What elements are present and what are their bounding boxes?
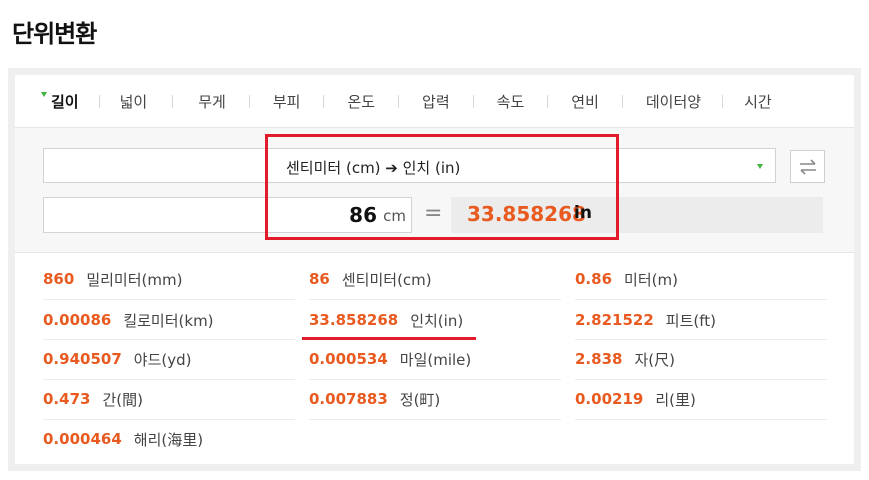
tab-label: 무게 — [198, 92, 226, 111]
list-item: 0.940507 야드(yd) — [43, 343, 191, 375]
result-unit-name: 마일(mile) — [399, 350, 472, 369]
list-item: 0.86 미터(m) — [575, 263, 678, 295]
row-divider — [43, 419, 295, 420]
result-unit-name: 리(里) — [655, 390, 696, 409]
tab-label: 온도 — [347, 92, 376, 111]
row-divider — [43, 379, 295, 380]
swap-arrows-icon — [800, 159, 816, 175]
swap-units-button[interactable] — [790, 150, 825, 183]
result-unit-name: 인치(in) — [410, 311, 464, 330]
result-number: 0.007883 — [309, 390, 388, 408]
tab-label: 데이터양 — [645, 92, 702, 111]
tab-pressure[interactable]: 압력 — [422, 91, 450, 112]
row-divider — [309, 299, 561, 300]
row-divider — [575, 419, 827, 420]
list-item: 0.007883 정(町) — [309, 383, 440, 415]
equals-sign: = — [424, 201, 443, 226]
result-number: 0.00086 — [43, 311, 112, 329]
row-divider — [309, 379, 561, 380]
result-number: 0.00219 — [575, 390, 644, 408]
result-unit-name: 킬로미터(km) — [123, 311, 214, 330]
active-caret-icon — [41, 91, 47, 97]
category-tabs: 길이 넓이 무게 부피 온도 압력 속도 연비 데이터양 시간 — [15, 75, 854, 127]
tab-divider — [248, 94, 250, 108]
inch-result-underline — [302, 337, 476, 340]
tab-divider — [323, 94, 325, 108]
tab-divider — [398, 94, 400, 108]
tab-label: 부피 — [272, 92, 301, 111]
result-number: 0.000464 — [43, 430, 122, 448]
tab-data-size[interactable]: 데이터양 — [646, 91, 701, 112]
result-number: 0.000534 — [309, 350, 388, 368]
tab-divider — [722, 94, 724, 108]
conversion-select-value: 센티미터 (cm) ➔ 인치 (in) — [286, 159, 461, 177]
tab-label: 시간 — [744, 92, 772, 111]
result-unit-name: 간(間) — [102, 390, 143, 409]
result-number: 2.821522 — [575, 311, 654, 329]
tab-divider — [98, 94, 100, 108]
row-divider — [575, 299, 827, 300]
tab-speed[interactable]: 속도 — [497, 91, 525, 112]
page-title: 단위변환 — [12, 20, 97, 48]
list-item: 860 밀리미터(mm) — [43, 263, 182, 295]
tab-weight[interactable]: 무게 — [198, 91, 226, 112]
tab-label: 속도 — [496, 92, 525, 111]
tab-area[interactable]: 넓이 — [120, 91, 148, 112]
list-item: 0.000534 마일(mile) — [309, 343, 471, 375]
result-number: 0.473 — [43, 390, 91, 408]
result-unit-name: 밀리미터(mm) — [86, 270, 183, 289]
result-number: 860 — [43, 270, 75, 288]
chevron-down-icon — [757, 164, 763, 169]
tab-divider — [172, 94, 174, 108]
result-unit-name: 피트(ft) — [665, 311, 716, 330]
list-item: 33.858268 인치(in) — [309, 304, 463, 336]
row-divider — [309, 419, 561, 420]
row-divider — [575, 379, 827, 380]
result-number: 2.838 — [575, 350, 623, 368]
converter-area: 센티미터 (cm) ➔ 인치 (in) 86 cm = 33.858268 in — [15, 127, 854, 253]
result-number: 0.940507 — [43, 350, 122, 368]
tab-label: 연비 — [571, 92, 599, 111]
input-value: 86 — [349, 203, 377, 227]
result-unit-name: 야드(yd) — [133, 350, 192, 369]
list-item: 0.00219 리(里) — [575, 383, 696, 415]
list-item: 0.00086 킬로미터(km) — [43, 304, 214, 336]
result-display: 33.858268 in — [451, 197, 823, 233]
row-divider — [575, 339, 827, 340]
tab-length[interactable]: 길이 — [41, 91, 79, 112]
result-unit-name: 정(町) — [399, 390, 441, 409]
conversion-select[interactable]: 센티미터 (cm) ➔ 인치 (in) — [43, 148, 776, 183]
result-unit-name: 미터(m) — [624, 270, 678, 289]
unit-converter-panel: 길이 넓이 무게 부피 온도 압력 속도 연비 데이터양 시간 센티미터 (cm… — [8, 68, 861, 471]
tab-temperature[interactable]: 온도 — [347, 91, 375, 112]
tab-label: 압력 — [422, 92, 450, 111]
list-item: 86 센티미터(cm) — [309, 263, 432, 295]
result-unit-name: 해리(海里) — [133, 430, 204, 449]
unit-converter-inner: 길이 넓이 무게 부피 온도 압력 속도 연비 데이터양 시간 센티미터 (cm… — [15, 75, 854, 464]
result-unit-name: 자(尺) — [634, 350, 675, 369]
tab-label: 넓이 — [119, 92, 148, 111]
list-item: 0.473 간(間) — [43, 383, 143, 415]
result-number: 86 — [309, 270, 330, 288]
result-unit: in — [574, 203, 592, 223]
result-number: 0.86 — [575, 270, 613, 288]
input-unit: cm — [383, 207, 406, 225]
row-divider — [43, 299, 295, 300]
list-item: 2.838 자(尺) — [575, 343, 675, 375]
row-divider — [43, 339, 295, 340]
value-input[interactable]: 86 cm — [43, 197, 412, 233]
tab-volume[interactable]: 부피 — [273, 91, 301, 112]
list-item: 0.000464 해리(海里) — [43, 423, 203, 455]
tab-time[interactable]: 시간 — [744, 91, 772, 112]
tab-label: 길이 — [51, 92, 79, 111]
tab-divider — [547, 94, 549, 108]
list-item: 2.821522 피트(ft) — [575, 304, 716, 336]
result-number: 33.858268 — [309, 311, 399, 329]
result-unit-name: 센티미터(cm) — [341, 270, 432, 289]
tab-divider — [472, 94, 474, 108]
tab-fuel-economy[interactable]: 연비 — [571, 91, 599, 112]
result-value: 33.858268 — [467, 202, 586, 226]
tab-divider — [621, 94, 623, 108]
